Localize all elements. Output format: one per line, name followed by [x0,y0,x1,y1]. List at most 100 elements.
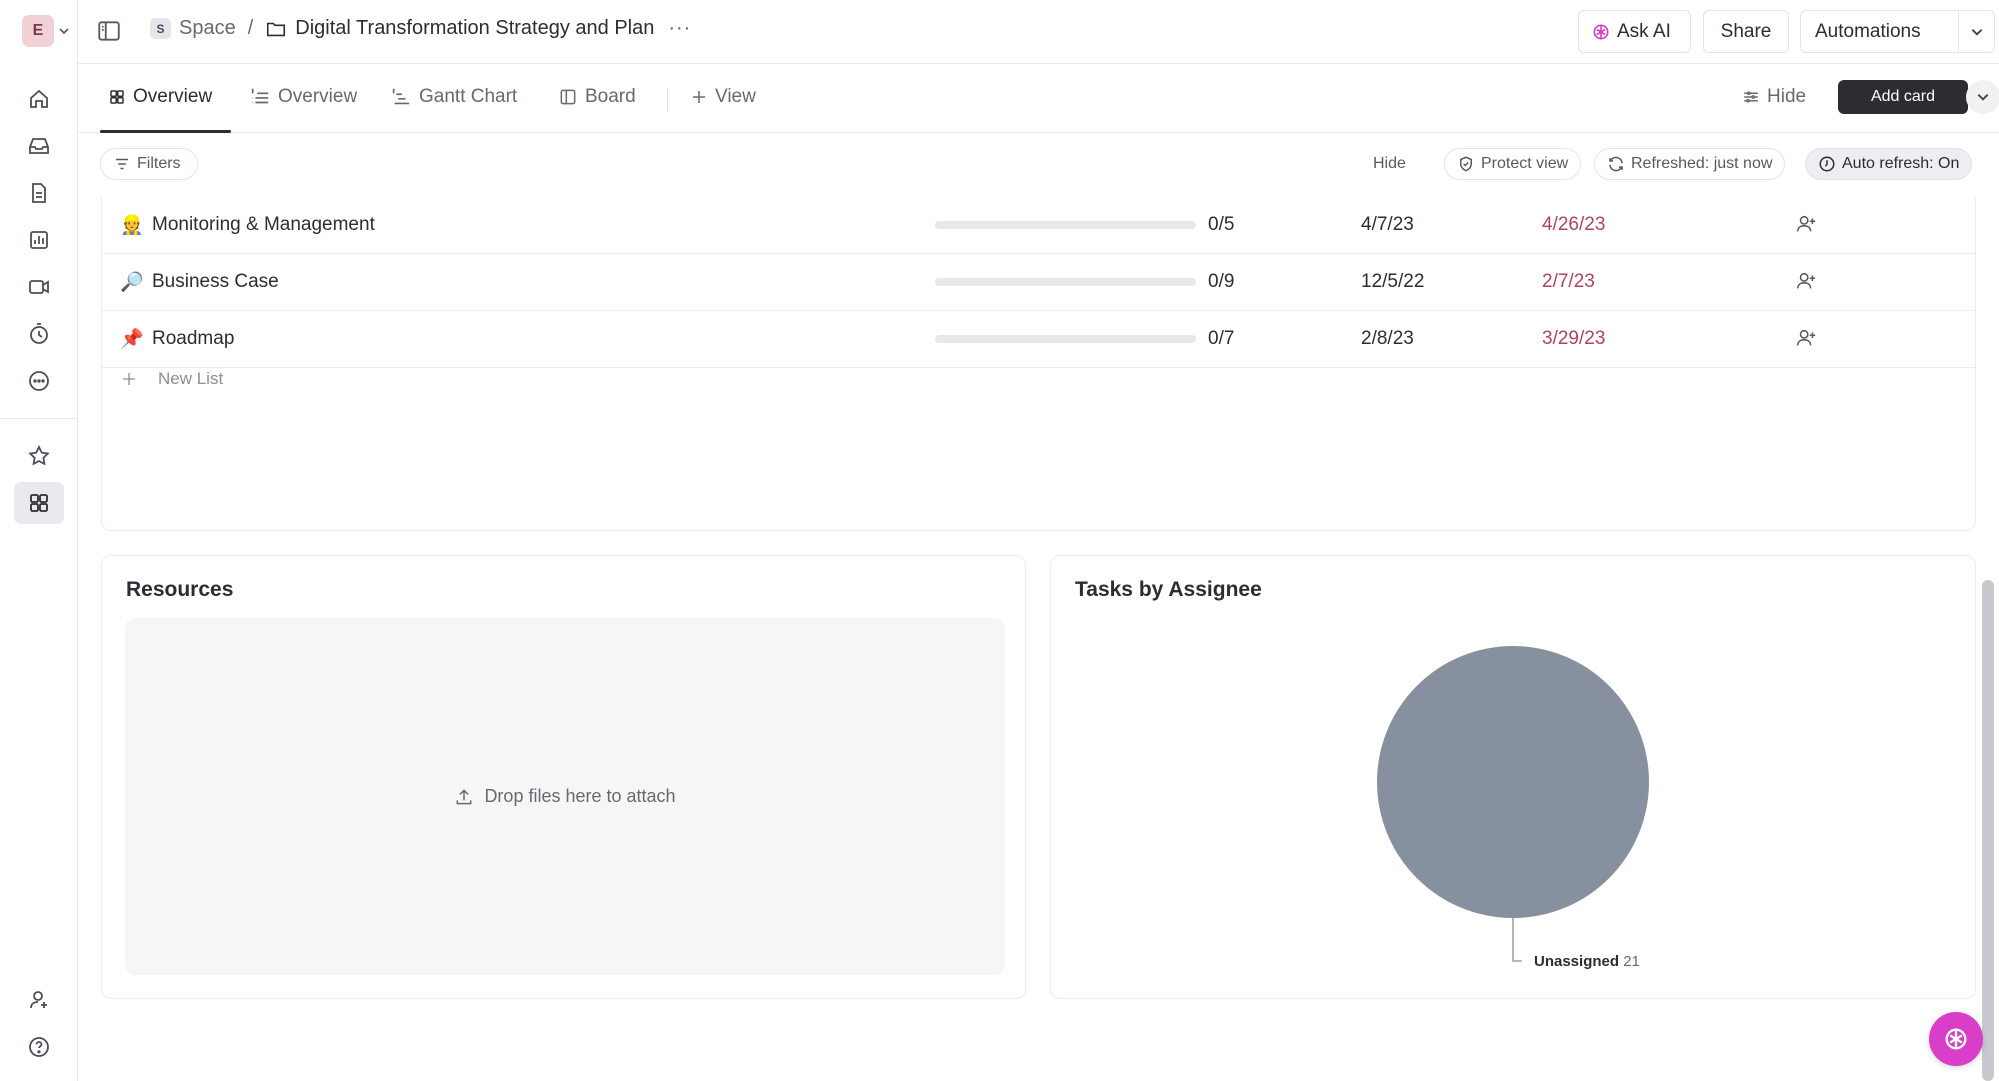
automations-button[interactable]: Automations [1800,10,1995,53]
share-button[interactable]: Share [1703,10,1789,53]
automations-dropdown[interactable] [1958,11,1994,52]
tab-overview-list[interactable]: Overview [249,86,357,108]
add-view-label: View [715,86,756,107]
tab-gantt-chart[interactable]: Gantt Chart [390,86,517,108]
breadcrumb: S Space / Digital Transformation Strateg… [150,17,691,40]
hide-dashboard-button[interactable]: Hide [1361,148,1418,180]
tab-divider [667,88,668,112]
timesheet-icon[interactable] [22,317,56,351]
ask-ai-label: Ask AI [1617,20,1671,42]
pie-slice-label: Unassigned 21 [1534,953,1640,970]
tasks-by-assignee-card: Tasks by Assignee Unassigned 21 [1050,555,1976,999]
space-badge: S [150,18,171,39]
clock-icon [1819,156,1835,172]
tab-label: Overview [133,86,213,107]
favorites-icon[interactable] [22,439,56,473]
auto-refresh-toggle[interactable]: Auto refresh: On [1805,148,1973,180]
add-view-button[interactable]: View [690,86,756,108]
progress-count: 0/9 [1208,271,1235,292]
list-name[interactable]: Roadmap [152,328,234,350]
filters-label: Filters [137,155,181,172]
video-clips-icon[interactable] [22,270,56,304]
help-icon[interactable] [22,1030,56,1064]
list-icon [251,88,269,104]
ai-sparkle-icon [1945,1028,1967,1050]
filters-button[interactable]: Filters [100,148,198,180]
refreshed-button[interactable]: Refreshed: just now [1594,148,1786,180]
pie-slice[interactable] [1377,646,1649,918]
sidebar-toggle-icon[interactable] [96,18,122,44]
hide-button[interactable]: Hide [1742,86,1806,108]
workspace-avatar[interactable]: E [22,15,54,47]
resources-title: Resources [126,578,234,601]
invite-user-icon[interactable] [22,983,56,1017]
breadcrumb-separator: / [247,17,254,39]
new-list-label: New List [158,369,224,388]
protect-view-label: Protect view [1481,155,1569,172]
scrollbar-thumb[interactable] [1982,580,1994,1081]
tab-label: Overview [278,86,358,107]
tab-board[interactable]: Board [558,86,636,108]
add-assignee-icon[interactable] [1795,327,1817,349]
rail-divider [0,418,78,419]
due-date: 4/26/23 [1542,214,1606,235]
dropzone-label: Drop files here to attach [484,786,676,806]
refresh-icon [1609,156,1623,172]
auto-refresh-label: Auto refresh: On [1842,155,1960,172]
automations-label: Automations [1815,20,1921,42]
start-date: 2/8/23 [1361,328,1414,349]
gantt-icon [392,88,410,105]
collapse-toolbar-button[interactable] [1966,80,1999,114]
new-list-button[interactable]: New List [120,369,223,389]
ai-assistant-button[interactable] [1929,1012,1983,1066]
list-row[interactable]: 📌 Roadmap 0/7 2/8/23 3/29/23 [102,311,1976,368]
more-icon[interactable] [22,364,56,398]
ask-ai-button[interactable]: Ask AI [1578,10,1691,53]
progress-bar [935,335,1196,343]
share-label: Share [1720,20,1772,42]
filter-icon [116,158,128,170]
filter-bar: Filters Hide Protect view Refreshed: jus… [78,133,1999,197]
start-date: 12/5/22 [1361,271,1425,292]
file-dropzone[interactable]: Drop files here to attach [125,618,1005,975]
hide-label: Hide [1767,86,1807,107]
home-icon[interactable] [22,82,56,116]
breadcrumb-more-icon[interactable]: ··· [668,17,691,40]
list-name[interactable]: Monitoring & Management [152,214,375,236]
list-emoji: 🔎 [120,272,144,293]
protect-view-button[interactable]: Protect view [1444,148,1582,180]
workspace-switcher[interactable]: E [22,15,70,47]
grid-icon [110,90,124,104]
left-rail: E [0,0,78,1081]
top-bar: S Space / Digital Transformation Strateg… [78,0,1999,64]
progress-bar [935,278,1196,286]
list-name[interactable]: Business Case [152,271,279,293]
hide-dashboard-label: Hide [1373,155,1406,172]
spaces-icon[interactable] [14,482,64,524]
list-row[interactable]: 🔎 Business Case 0/9 12/5/22 2/7/23 [102,254,1976,311]
plus-icon [693,91,705,103]
add-assignee-icon[interactable] [1795,270,1817,292]
breadcrumb-space[interactable]: Space [179,17,236,40]
start-date: 4/7/23 [1361,214,1414,235]
inbox-icon[interactable] [22,129,56,163]
lists-card: 👷 Monitoring & Management 0/5 4/7/23 4/2… [101,197,1976,531]
add-card-button[interactable]: Add card [1838,80,1968,114]
pie-label-leader [1512,918,1522,962]
sliders-icon [1744,91,1758,103]
tab-label: Gantt Chart [419,86,518,107]
ai-sparkle-icon [1593,24,1609,39]
plus-icon [123,373,135,385]
list-row[interactable]: 👷 Monitoring & Management 0/5 4/7/23 4/2… [102,197,1976,254]
add-assignee-icon[interactable] [1795,213,1817,235]
progress-bar [935,221,1196,229]
docs-icon[interactable] [22,176,56,210]
due-date: 2/7/23 [1542,271,1595,292]
breadcrumb-folder[interactable]: Digital Transformation Strategy and Plan [295,17,654,40]
chevron-down-icon [1971,28,1982,36]
resources-card: Resources Drop files here to attach [101,555,1026,999]
dashboards-icon[interactable] [22,223,56,257]
shield-icon [1460,156,1472,172]
tab-overview-dashboard[interactable]: Overview [108,86,212,108]
list-emoji: 📌 [120,329,144,350]
